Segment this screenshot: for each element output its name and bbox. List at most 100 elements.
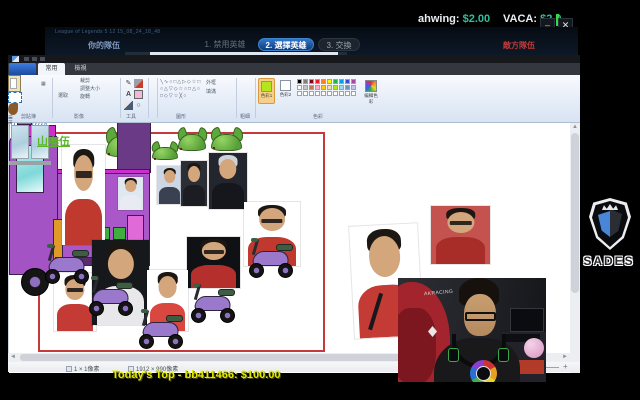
streamer-glasses bbox=[465, 312, 496, 321]
donor-name: ahwing: bbox=[418, 13, 460, 25]
webcam-overlay: AKRACING bbox=[398, 278, 546, 388]
divider bbox=[255, 78, 256, 118]
donation-entry: ahwing: $2.00 bbox=[418, 13, 490, 25]
palette-empty-slot[interactable] bbox=[333, 91, 338, 96]
palette-color-swatch[interactable] bbox=[315, 79, 320, 84]
scooter-icon bbox=[138, 310, 186, 350]
image-group-label: 影像 bbox=[74, 113, 84, 120]
palette-empty-slot[interactable] bbox=[309, 91, 314, 96]
rotate-button[interactable]: 旋轉 bbox=[80, 94, 90, 100]
shape-outline-button[interactable]: 外框 bbox=[206, 80, 232, 87]
webcam-bottom-bar bbox=[398, 382, 546, 388]
tab-trade[interactable]: 3. 交換 bbox=[318, 38, 360, 51]
palette-color-swatch[interactable] bbox=[351, 79, 356, 84]
palette-color-swatch[interactable] bbox=[321, 85, 326, 90]
cut-copy-icons[interactable]: ▦ bbox=[41, 81, 46, 87]
tools-group-label: 工具 bbox=[126, 113, 136, 120]
palette-color-swatch[interactable] bbox=[339, 79, 344, 84]
player-photo bbox=[187, 237, 240, 288]
scooter-icon bbox=[248, 239, 296, 279]
palette-color-swatch[interactable] bbox=[351, 85, 356, 90]
palette-color-swatch[interactable] bbox=[321, 79, 326, 84]
scroll-left-icon[interactable]: ◄ bbox=[8, 354, 18, 360]
palette-color-swatch[interactable] bbox=[297, 79, 302, 84]
divider bbox=[120, 78, 121, 118]
palette-empty-slot[interactable] bbox=[315, 91, 320, 96]
palette-color-swatch[interactable] bbox=[303, 85, 308, 90]
palette-color-swatch[interactable] bbox=[339, 85, 344, 90]
palette-empty-slot[interactable] bbox=[345, 91, 350, 96]
sades-brand-text: SADES bbox=[578, 254, 640, 268]
palette-color-swatch[interactable] bbox=[309, 85, 314, 90]
lol-client-window: League of Legends 5 12 15_08_24_18_48 你的… bbox=[45, 27, 578, 55]
paint-menu-button[interactable] bbox=[9, 63, 36, 75]
monitor bbox=[510, 308, 544, 332]
color2-button[interactable]: 色彩2 bbox=[277, 78, 294, 104]
palette-color-swatch[interactable] bbox=[327, 85, 332, 90]
palette-empty-slot[interactable] bbox=[297, 91, 302, 96]
shapes-group-label: 圖形 bbox=[176, 113, 186, 120]
divider bbox=[52, 78, 53, 118]
today-top-donor-text: Today's Top - bb411466: $100.00 bbox=[112, 369, 281, 381]
paste-page-icon bbox=[10, 78, 17, 89]
text-tool-icon[interactable]: A bbox=[124, 90, 133, 99]
sades-shield-icon bbox=[589, 198, 631, 250]
paint-titlebar[interactable] bbox=[8, 55, 580, 63]
horizontal-scroll-thumb[interactable] bbox=[20, 354, 450, 361]
pencil-tool-icon[interactable]: ✎ bbox=[124, 79, 133, 88]
palette-color-swatch[interactable] bbox=[333, 79, 338, 84]
palette-empty-slot[interactable] bbox=[351, 91, 356, 96]
scroll-up-icon[interactable]: ▲ bbox=[570, 124, 580, 130]
scroll-right-icon[interactable]: ► bbox=[560, 354, 570, 360]
select-label: 選取 bbox=[58, 93, 68, 99]
teemo-hat-icon bbox=[178, 131, 206, 160]
donation-amount: $2.00 bbox=[463, 13, 491, 25]
tab-view[interactable]: 檢視 bbox=[67, 63, 94, 75]
magnifier-tool-icon[interactable]: ○ bbox=[134, 101, 143, 110]
palette-color-swatch[interactable] bbox=[309, 79, 314, 84]
palette-color-swatch[interactable] bbox=[333, 85, 338, 90]
palette-empty-slot[interactable] bbox=[321, 91, 326, 96]
palette-color-swatch[interactable] bbox=[315, 85, 320, 90]
player-photo bbox=[209, 153, 247, 209]
player-photo bbox=[118, 177, 143, 210]
tab-ban-champion[interactable]: 1. 禁用英雄 bbox=[196, 38, 254, 51]
palette-color-swatch[interactable] bbox=[345, 79, 350, 84]
palette-empty-slot[interactable] bbox=[303, 91, 308, 96]
palette-color-swatch[interactable] bbox=[297, 85, 302, 90]
undo-icon[interactable] bbox=[32, 57, 37, 61]
paste-icon[interactable] bbox=[8, 75, 21, 92]
tab-home[interactable]: 常用 bbox=[38, 63, 65, 75]
enemy-team-label: 敵方隊伍 bbox=[503, 40, 535, 51]
eraser-tool-icon[interactable] bbox=[134, 90, 143, 99]
headphone-earcup bbox=[498, 348, 509, 362]
palette-color-swatch[interactable] bbox=[327, 79, 332, 84]
color-picker-tool-icon[interactable] bbox=[124, 101, 133, 110]
tab-pick-champion[interactable]: 2. 選擇英雄 bbox=[258, 38, 314, 51]
shape-fill-button[interactable]: 填滿 bbox=[206, 89, 232, 96]
resize-button[interactable]: 調整大小 bbox=[80, 86, 100, 92]
shapes-grid[interactable]: ╲∿○□△▷◇☆□○△▽◇☆○□△○□◇▽☆╳○ bbox=[160, 79, 204, 101]
scooter-icon bbox=[88, 277, 136, 317]
edit-colors-button[interactable]: 編輯色彩 bbox=[363, 79, 379, 105]
palette-empty-slot[interactable] bbox=[327, 91, 332, 96]
chair-brand-text: AKRACING bbox=[424, 289, 454, 298]
palette-empty-slot[interactable] bbox=[339, 91, 344, 96]
save-icon[interactable] bbox=[24, 57, 29, 61]
color1-button[interactable]: 色彩1 bbox=[258, 78, 275, 104]
zoom-in-icon[interactable]: + bbox=[563, 362, 568, 371]
crop-button[interactable]: 裁剪 bbox=[80, 78, 90, 84]
color-palette bbox=[297, 79, 359, 99]
player-photo bbox=[62, 145, 105, 245]
redo-icon[interactable] bbox=[40, 57, 45, 61]
color2-label: 色彩2 bbox=[280, 92, 292, 97]
palette-color-swatch[interactable] bbox=[345, 85, 350, 90]
fill-tool-icon[interactable] bbox=[134, 79, 143, 88]
ribbon-tab-row: 常用 檢視 bbox=[8, 63, 580, 75]
selection-size-icon bbox=[66, 366, 72, 372]
select-tool-icon[interactable] bbox=[8, 92, 22, 103]
color2-swatch bbox=[280, 80, 291, 91]
selection-size-status: 1 × 1像素 bbox=[66, 364, 100, 373]
palette-color-swatch[interactable] bbox=[303, 79, 308, 84]
divider bbox=[157, 78, 158, 118]
